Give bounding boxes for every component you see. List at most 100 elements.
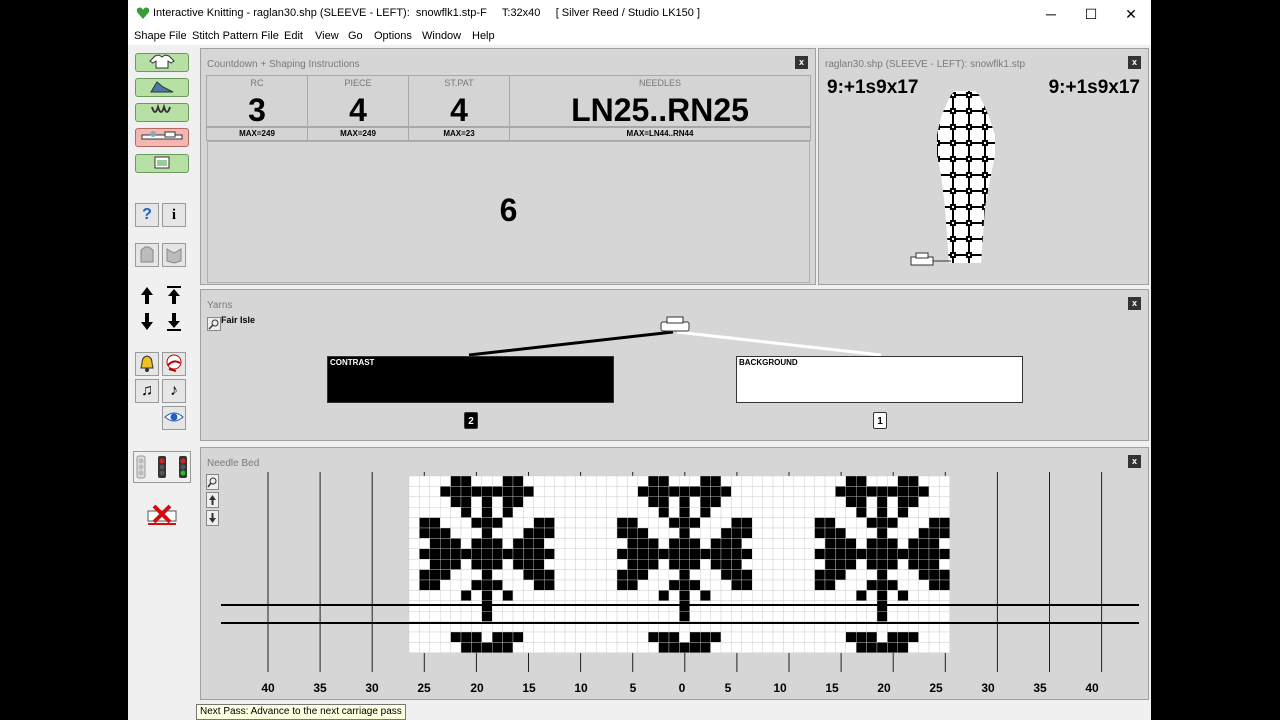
menu-go[interactable]: Go bbox=[348, 30, 363, 42]
stitch-cell bbox=[658, 517, 670, 529]
stitch-cell bbox=[720, 496, 732, 508]
stitch-cell bbox=[606, 486, 618, 497]
yarn-button[interactable] bbox=[162, 352, 186, 376]
stitch-cell bbox=[710, 579, 722, 591]
stitch-cell bbox=[824, 475, 836, 487]
stitch-cell bbox=[460, 610, 472, 622]
stitch-cell bbox=[710, 569, 722, 581]
stitch-cell bbox=[908, 579, 919, 591]
menu-edit[interactable]: Edit bbox=[284, 30, 303, 42]
stitch-cell bbox=[804, 610, 815, 622]
stitch-cell bbox=[793, 631, 805, 643]
needle-bed-close-button[interactable]: x bbox=[1128, 455, 1141, 468]
stitch-cell bbox=[585, 548, 597, 560]
stitch-cell bbox=[689, 558, 701, 570]
stitch-cell bbox=[575, 507, 586, 518]
axis-label: 20 bbox=[877, 681, 891, 695]
stitch-cell bbox=[876, 538, 888, 550]
stitch-cell bbox=[689, 642, 701, 653]
needles-value: LN25..RN25 bbox=[571, 92, 749, 128]
stitch-cell bbox=[793, 496, 805, 508]
menu-shape-file[interactable]: Shape File bbox=[134, 30, 187, 42]
needle-scroll-up-button[interactable] bbox=[206, 492, 219, 508]
picture-button[interactable] bbox=[135, 154, 189, 173]
stitch-pattern-button[interactable] bbox=[135, 103, 189, 122]
stitch-cell bbox=[502, 590, 514, 602]
stitch-cell bbox=[887, 631, 899, 643]
stitch-cell bbox=[575, 569, 586, 581]
front-piece-button[interactable] bbox=[135, 243, 159, 267]
row-up-button[interactable] bbox=[135, 284, 159, 308]
back-piece-button[interactable] bbox=[162, 243, 186, 267]
shape-edit-button[interactable] bbox=[135, 78, 189, 97]
stitch-cell bbox=[419, 631, 430, 643]
help-button[interactable]: ? bbox=[135, 203, 159, 227]
row-up-top-button[interactable] bbox=[162, 284, 186, 308]
row-down-button[interactable] bbox=[135, 311, 159, 335]
menu-view[interactable]: View bbox=[315, 30, 339, 42]
row-down-bottom-button[interactable] bbox=[162, 311, 186, 335]
needle-bed-panel: Needle Bed x 40 35 30 25 20 15 10 5 0 5 … bbox=[200, 447, 1149, 700]
view-button[interactable] bbox=[162, 406, 186, 430]
stitch-cell bbox=[731, 507, 742, 518]
stitch-cell bbox=[835, 590, 847, 602]
status-tooltip: Next Pass: Advance to the next carriage … bbox=[196, 704, 406, 720]
stitch-cell bbox=[824, 548, 836, 560]
stitch-cell bbox=[741, 642, 753, 653]
bell-button[interactable] bbox=[135, 352, 159, 376]
needle-scroll-down-button[interactable] bbox=[206, 510, 219, 526]
stitch-cell bbox=[492, 548, 503, 560]
stitch-cell bbox=[606, 507, 618, 518]
stitch-cell bbox=[637, 486, 649, 497]
stitch-cell bbox=[700, 507, 711, 518]
stitch-cell bbox=[585, 631, 597, 643]
stitch-cell bbox=[429, 475, 441, 487]
contrast-yarn-box[interactable]: CONTRAST bbox=[327, 356, 614, 403]
music-button[interactable]: ♫ bbox=[135, 379, 159, 403]
stitch-cell bbox=[544, 579, 555, 591]
stitch-cell bbox=[429, 558, 441, 570]
cancel-carriage-button[interactable] bbox=[145, 503, 179, 527]
stitch-cell bbox=[845, 558, 857, 570]
stitch-cell bbox=[939, 558, 951, 570]
stitch-cell bbox=[481, 548, 493, 560]
background-yarn-box[interactable]: BACKGROUND bbox=[736, 356, 1023, 403]
stitch-cell bbox=[845, 579, 857, 591]
stitch-cell bbox=[419, 527, 430, 539]
countdown-close-button[interactable]: x bbox=[795, 56, 808, 69]
menu-options[interactable]: Options bbox=[374, 30, 412, 42]
stitch-cell bbox=[939, 610, 951, 622]
preview-title: raglan30.shp (SLEEVE - LEFT): snowflk1.s… bbox=[825, 59, 1026, 70]
stitch-cell bbox=[908, 590, 919, 602]
stitch-cell bbox=[772, 631, 784, 643]
preview-close-button[interactable]: x bbox=[1128, 56, 1141, 69]
menu-stitch-pattern-file[interactable]: Stitch Pattern File bbox=[192, 30, 279, 42]
maximize-button[interactable]: ☐ bbox=[1071, 0, 1111, 28]
rc-value: 3 bbox=[248, 92, 266, 128]
menu-help[interactable]: Help bbox=[472, 30, 495, 42]
stitch-cell bbox=[606, 642, 618, 653]
front-piece-icon bbox=[140, 246, 154, 263]
stitch-cell bbox=[460, 590, 472, 602]
info-button[interactable]: i bbox=[162, 203, 186, 227]
menu-window[interactable]: Window bbox=[422, 30, 461, 42]
stitch-cell bbox=[637, 538, 649, 550]
sound-button[interactable]: ♪ bbox=[162, 379, 186, 403]
stitch-cell bbox=[471, 475, 482, 487]
stitch-cell bbox=[471, 590, 482, 602]
close-button[interactable]: ✕ bbox=[1111, 0, 1151, 28]
shape-garment-button[interactable] bbox=[135, 53, 189, 72]
stitch-cell bbox=[419, 496, 430, 508]
stitch-cell bbox=[616, 579, 628, 591]
stitch-cell bbox=[939, 475, 951, 487]
minimize-button[interactable]: ─ bbox=[1031, 0, 1071, 28]
needle-zoom-button[interactable] bbox=[206, 474, 219, 490]
stitch-cell bbox=[606, 496, 618, 508]
stitch-cell bbox=[783, 558, 795, 570]
stitch-cell bbox=[627, 642, 638, 653]
stitch-cell bbox=[606, 538, 618, 550]
stitch-cell bbox=[648, 496, 659, 508]
knitting-machine-button[interactable] bbox=[135, 128, 189, 147]
stitch-cell bbox=[492, 642, 503, 653]
stitch-cell bbox=[575, 548, 586, 560]
